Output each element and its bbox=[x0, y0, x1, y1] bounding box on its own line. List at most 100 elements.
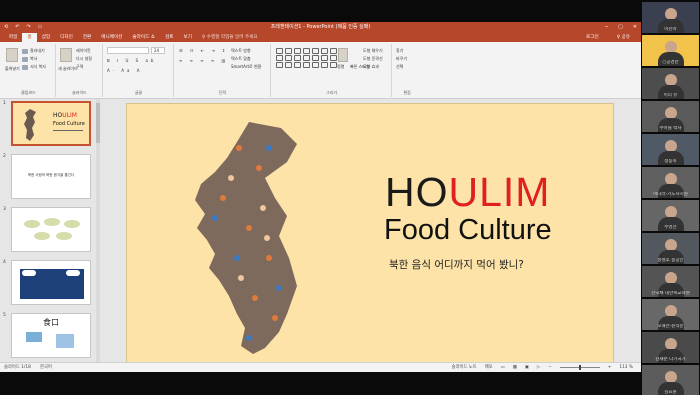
align-buttons[interactable]: ≡ ≡ ≡ ≡ ▥ bbox=[179, 58, 228, 63]
tab-view[interactable]: 보기 bbox=[178, 33, 196, 42]
shape-icon[interactable] bbox=[285, 48, 292, 54]
shape-icon[interactable] bbox=[276, 55, 283, 61]
participant-tile[interactable]: 송철후 송공인 bbox=[642, 233, 699, 264]
slide-thumbnail-4[interactable] bbox=[11, 260, 91, 305]
shape-icon[interactable] bbox=[294, 62, 301, 68]
shape-icon[interactable] bbox=[294, 55, 301, 61]
shape-icon[interactable] bbox=[321, 55, 328, 61]
slideshow-view-icon[interactable]: ▷ bbox=[537, 363, 540, 372]
reading-view-icon[interactable]: ▣ bbox=[525, 363, 529, 372]
font-name-box[interactable] bbox=[107, 47, 149, 54]
comments-button[interactable]: 메모 bbox=[485, 363, 493, 372]
sorter-view-icon[interactable]: ▦ bbox=[513, 363, 517, 372]
shape-icon[interactable] bbox=[285, 55, 292, 61]
zoom-in-icon[interactable]: + bbox=[608, 363, 612, 372]
close-icon[interactable]: ✕ bbox=[633, 22, 637, 33]
replace-button[interactable]: 바꾸기 bbox=[396, 56, 407, 62]
shape-icon[interactable] bbox=[303, 55, 310, 61]
text-direction-button[interactable]: 텍스트 방향 bbox=[231, 48, 251, 54]
tab-file[interactable]: 파일 bbox=[4, 33, 22, 42]
slide-korean-caption[interactable]: 북한 음식 어디까지 먹어 봤니? bbox=[389, 257, 524, 272]
shape-icon[interactable] bbox=[285, 62, 292, 68]
shape-icon[interactable] bbox=[312, 48, 319, 54]
shapes-gallery[interactable] bbox=[276, 48, 338, 68]
tell-me-box[interactable]: ♀ 수행할 작업을 알려 주세요 bbox=[197, 33, 263, 42]
participant-tile[interactable]: 정동욱 bbox=[642, 134, 699, 165]
zoom-level[interactable]: 113 % bbox=[619, 363, 633, 372]
slide-subtitle[interactable]: Food Culture bbox=[384, 214, 552, 247]
tab-slideshow[interactable]: 슬라이드 쇼 bbox=[127, 33, 160, 42]
shape-icon[interactable] bbox=[330, 55, 337, 61]
new-slide-button[interactable]: 새 슬라이드 bbox=[58, 66, 78, 72]
shape-icon[interactable] bbox=[330, 48, 337, 54]
minimize-icon[interactable]: ─ bbox=[605, 22, 608, 33]
participant-tile[interactable]: 수아를 박사 bbox=[642, 101, 699, 132]
participant-tile[interactable]: 한국채 대한복교육원 bbox=[642, 266, 699, 297]
shape-icon[interactable] bbox=[330, 62, 337, 68]
maximize-icon[interactable]: ▢ bbox=[618, 22, 623, 33]
participant-tile[interactable]: 오해선-윤작문 bbox=[642, 299, 699, 330]
new-slide-icon[interactable] bbox=[60, 48, 72, 62]
zoom-slider-thumb[interactable] bbox=[578, 365, 581, 370]
layout-button[interactable]: 레이아웃 bbox=[76, 48, 91, 54]
find-button[interactable]: 찾기 bbox=[396, 48, 403, 54]
shape-icon[interactable] bbox=[312, 62, 319, 68]
tab-design[interactable]: 디자인 bbox=[55, 33, 78, 42]
login-link[interactable]: 로그인 bbox=[581, 33, 604, 42]
slide-thumbnail-5[interactable]: 食口 bbox=[11, 313, 91, 358]
slide-thumbnail-2[interactable]: 북한 사람의 북한 음식을 즐긴다 bbox=[11, 154, 91, 199]
share-button[interactable]: ♀ 공유 bbox=[612, 33, 635, 42]
zoom-out-icon[interactable]: − bbox=[548, 363, 552, 372]
thumbnail-scrollbar[interactable] bbox=[96, 99, 100, 372]
copy-button[interactable]: 복사 bbox=[22, 56, 37, 62]
format-painter-button[interactable]: 서식 복사 bbox=[22, 64, 46, 70]
paste-button[interactable]: 붙여넣기 bbox=[5, 66, 20, 72]
list-buttons[interactable]: ☰ ☷ ⇤ ⇥ ↕ bbox=[179, 48, 228, 53]
shape-icon[interactable] bbox=[294, 48, 301, 54]
participant-tile[interactable]: 김재준 다기국가 bbox=[642, 332, 699, 363]
shape-effects-button[interactable]: 도형 효과 bbox=[363, 64, 379, 70]
reset-button[interactable]: 다시 설정 bbox=[76, 56, 92, 62]
shape-icon[interactable] bbox=[276, 62, 283, 68]
participant-tile[interactable]: 이나라-기도자치원 bbox=[642, 167, 699, 198]
tab-insert[interactable]: 삽입 bbox=[37, 33, 55, 42]
section-button[interactable]: 구역 bbox=[76, 64, 83, 70]
slide-thumbnail-1[interactable]: HOULIM Food Culture bbox=[11, 101, 91, 146]
font-color-buttons[interactable]: A· Aa A bbox=[107, 68, 142, 73]
participant-tile[interactable]: 이진아 bbox=[642, 2, 699, 33]
notes-button[interactable]: 슬라이드 노트 bbox=[452, 363, 477, 372]
tab-animations[interactable]: 애니메이션 bbox=[96, 33, 127, 42]
font-size-box[interactable]: 24 bbox=[151, 47, 165, 54]
smartart-button[interactable]: SmartArt로 변환 bbox=[231, 64, 261, 70]
shape-fill-button[interactable]: 도형 채우기 bbox=[363, 48, 383, 54]
participant-tile[interactable]: 이리 유 bbox=[642, 68, 699, 99]
tab-review[interactable]: 검토 bbox=[160, 33, 178, 42]
arrange-button[interactable]: 정렬 bbox=[337, 64, 344, 70]
cut-button[interactable]: 잘라내기 bbox=[22, 48, 45, 54]
language-indicator[interactable]: 한국어 bbox=[40, 363, 52, 372]
shape-icon[interactable] bbox=[303, 48, 310, 54]
align-text-button[interactable]: 텍스트 맞춤 bbox=[231, 56, 251, 62]
participant-tile[interactable]: 김효원 bbox=[642, 365, 699, 395]
select-button[interactable]: 선택 bbox=[396, 64, 403, 70]
shape-icon[interactable] bbox=[312, 55, 319, 61]
participant-tile[interactable]: ○공경한 bbox=[642, 35, 699, 66]
participant-tile[interactable]: 주영선 bbox=[642, 200, 699, 231]
zoom-slider[interactable] bbox=[559, 365, 600, 370]
slide-title[interactable]: HOULIM bbox=[385, 171, 550, 213]
normal-view-icon[interactable]: ▭ bbox=[501, 363, 505, 372]
shape-icon[interactable] bbox=[276, 48, 283, 54]
shape-outline-button[interactable]: 도형 윤곽선 bbox=[363, 56, 383, 62]
paste-icon[interactable] bbox=[6, 48, 18, 62]
shape-icon[interactable] bbox=[321, 62, 328, 68]
arrange-icon[interactable] bbox=[338, 48, 348, 62]
slide-canvas[interactable]: HOULIM Food Culture 북한 음식 어디까지 먹어 봤니? bbox=[126, 103, 614, 372]
shape-icon[interactable] bbox=[303, 62, 310, 68]
scrollbar-thumb[interactable] bbox=[96, 103, 100, 143]
participant-name: 수아를 박사 bbox=[659, 126, 682, 131]
tab-home[interactable]: 홈 bbox=[22, 33, 37, 42]
slide-thumbnail-3[interactable] bbox=[11, 207, 91, 252]
font-style-buttons[interactable]: ꓐ ꓲ U S ab bbox=[107, 58, 156, 63]
shape-icon[interactable] bbox=[321, 48, 328, 54]
tab-transitions[interactable]: 전환 bbox=[78, 33, 96, 42]
